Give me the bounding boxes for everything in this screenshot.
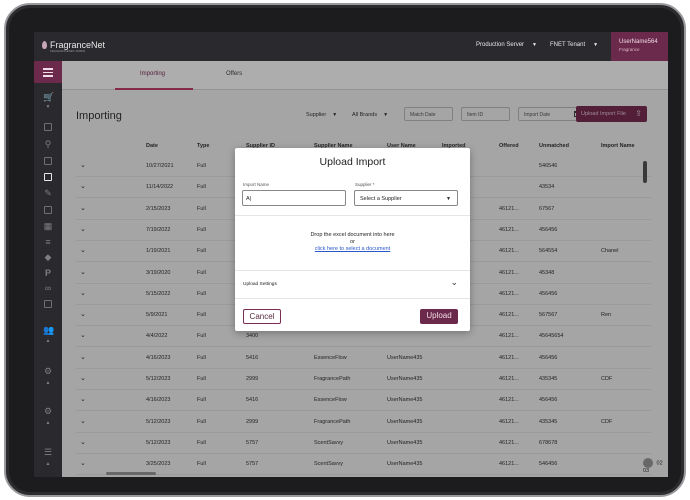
grid-icon[interactable]: ▦: [43, 221, 53, 231]
caret-up-icon[interactable]: ▲: [43, 378, 53, 388]
divider: [235, 270, 470, 271]
screen: FragranceNet FRAGRANCENET ADMIN Producti…: [34, 32, 668, 477]
hierarchy-icon[interactable]: ⚙: [43, 406, 53, 416]
import-name-input[interactable]: A|: [242, 190, 346, 206]
document-import-icon[interactable]: [44, 173, 52, 181]
link-icon[interactable]: ∞: [43, 283, 53, 293]
tag-icon[interactable]: ◆: [43, 252, 53, 262]
drop-zone-or: or: [350, 239, 355, 245]
tenant-label: FNET Tenant: [550, 42, 586, 48]
users-icon[interactable]: 👥: [43, 325, 54, 335]
caret-up-icon[interactable]: ▲: [43, 336, 53, 346]
top-bar: FragranceNet FRAGRANCENET ADMIN Producti…: [34, 32, 668, 61]
sliders-icon[interactable]: ☰: [43, 447, 53, 457]
drop-zone-text[interactable]: Drop the excel document into here: [235, 232, 470, 238]
select-document-link[interactable]: click here to select a document: [315, 246, 391, 252]
archive-icon[interactable]: [44, 300, 52, 308]
calendar-icon[interactable]: [44, 123, 52, 131]
supplier-select-value: Select a Supplier: [360, 196, 402, 202]
supplier-label: Supplier *: [355, 182, 375, 187]
image-icon[interactable]: [44, 157, 52, 165]
user-menu[interactable]: UserName564 Fragrance: [611, 32, 668, 61]
sidebar: 🛒 ▼ ⚲ ✎ ▦ ≡ ◆ P ∞ 👥 ▲ ⚙ ▲ ⚙ ▲ ☰ ▲: [34, 61, 62, 477]
upload-button[interactable]: Upload: [420, 309, 458, 324]
caret-down-icon: ▼: [593, 42, 599, 48]
caret-down-icon: ▼: [532, 42, 537, 48]
caret-up-icon[interactable]: ▲: [43, 459, 53, 469]
info-icon[interactable]: [44, 206, 52, 214]
user-name: UserName564: [619, 39, 658, 45]
search-icon[interactable]: ⚲: [43, 139, 53, 149]
caret-up-icon[interactable]: ▲: [43, 418, 53, 428]
list-icon[interactable]: ≡: [43, 237, 53, 247]
tablet-frame: FragranceNet FRAGRANCENET ADMIN Producti…: [4, 3, 686, 497]
select-document-link-wrap: click here to select a document: [235, 246, 470, 252]
pencil-icon[interactable]: ✎: [43, 188, 53, 198]
upload-import-dialog: Upload Import Import Name Supplier * A| …: [235, 148, 470, 331]
upload-settings-toggle[interactable]: Upload Settings: [243, 282, 277, 287]
cancel-button[interactable]: Cancel: [243, 309, 281, 324]
divider: [235, 298, 470, 299]
drop-icon: [42, 41, 47, 49]
caret-down-icon[interactable]: ▼: [43, 102, 53, 112]
chevron-down-icon[interactable]: ⌄: [450, 277, 458, 288]
app-logo[interactable]: FragranceNet FRAGRANCENET ADMIN: [42, 40, 105, 53]
server-dropdown[interactable]: Production Server ▼: [476, 42, 537, 48]
import-name-label: Import Name: [243, 182, 270, 187]
parking-icon[interactable]: P: [43, 268, 53, 278]
hamburger-menu-button[interactable]: [34, 61, 62, 83]
user-role: Fragrance: [619, 47, 640, 52]
cart-icon[interactable]: 🛒: [43, 92, 54, 102]
dialog-title: Upload Import: [319, 156, 386, 168]
user-settings-icon[interactable]: ⚙: [43, 366, 53, 376]
server-label: Production Server: [476, 42, 525, 48]
tenant-dropdown[interactable]: FNET Tenant ▼: [550, 42, 598, 48]
caret-down-icon: ▼: [446, 196, 451, 202]
divider: [235, 215, 470, 216]
supplier-select[interactable]: Select a Supplier ▼: [354, 190, 458, 206]
